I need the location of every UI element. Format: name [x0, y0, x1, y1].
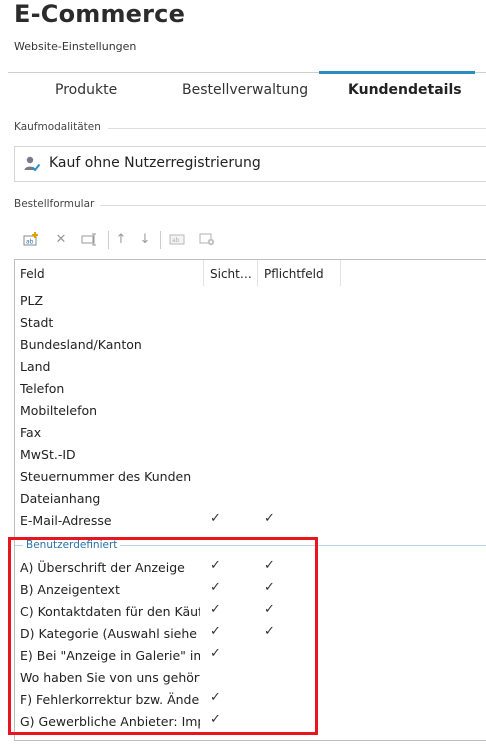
purchase-mode-selector[interactable]: Kauf ohne Nutzerregistrierung	[14, 146, 486, 182]
table-row[interactable]: G) Gewerbliche Anbieter: Imp... ✓	[15, 711, 486, 733]
field-label: Telefon	[20, 381, 65, 396]
visible-checkmark[interactable]: ✓	[210, 624, 221, 639]
tab-produkte[interactable]: Produkte	[55, 82, 117, 98]
app-subtitle: Website-Einstellungen	[14, 40, 137, 53]
field-label: Land	[20, 359, 51, 374]
table-row[interactable]: Telefon	[15, 378, 486, 400]
table-row[interactable]: Mobiltelefon	[15, 400, 486, 422]
column-divider	[340, 260, 341, 286]
table-row[interactable]: E) Bei "Anzeige in Galerie" im... ✓	[15, 645, 486, 667]
app-title: E-Commerce	[14, 0, 186, 28]
field-label: Wo haben Sie von uns gehört?	[20, 670, 200, 685]
column-header-field[interactable]: Feld	[20, 267, 45, 281]
field-label: Bundesland/Kanton	[20, 337, 142, 352]
visible-checkmark[interactable]: ✓	[210, 646, 221, 661]
field-label: Dateianhang	[20, 491, 101, 506]
field-label: F) Fehlerkorrektur bzw. Änder...	[20, 692, 200, 707]
field-label: G) Gewerbliche Anbieter: Imp...	[20, 714, 200, 729]
section-divider	[100, 205, 486, 206]
arrow-up-icon[interactable]: ↑	[112, 230, 130, 248]
required-checkmark[interactable]: ✓	[264, 580, 275, 595]
required-checkmark[interactable]: ✓	[264, 602, 275, 617]
active-tab-indicator	[319, 71, 475, 74]
svg-text:ab: ab	[26, 239, 34, 246]
field-label: C) Kontaktdaten für den Käufer	[20, 604, 200, 619]
table-row[interactable]: E-Mail-Adresse ✓ ✓	[15, 510, 486, 532]
field-label: Steuernummer des Kunden	[20, 469, 192, 484]
column-header-visible[interactable]: Sicht…	[210, 267, 252, 281]
table-row[interactable]: MwSt.-ID	[15, 444, 486, 466]
table-row[interactable]: Dateianhang	[15, 488, 486, 510]
table-row[interactable]: D) Kategorie (Auswahl siehe ... ✓ ✓	[15, 623, 486, 645]
section-divider	[108, 128, 486, 129]
field-label: MwSt.-ID	[20, 447, 76, 462]
table-row[interactable]: A) Überschrift der Anzeige ✓ ✓	[15, 557, 486, 579]
table-row[interactable]: Stadt	[15, 312, 486, 334]
field-label: B) Anzeigentext	[20, 582, 120, 597]
table-row[interactable]: Bundesland/Kanton	[15, 334, 486, 356]
required-checkmark[interactable]: ✓	[264, 558, 275, 573]
field-type-icon[interactable]: ab	[168, 230, 186, 248]
settings-icon[interactable]	[198, 230, 216, 248]
field-label: Fax	[20, 425, 42, 440]
tab-bestellverwaltung[interactable]: Bestellverwaltung	[182, 82, 308, 98]
field-label: D) Kategorie (Auswahl siehe ...	[20, 626, 200, 641]
visible-checkmark[interactable]: ✓	[210, 690, 221, 705]
table-row[interactable]: F) Fehlerkorrektur bzw. Änder... ✓	[15, 689, 486, 711]
visible-checkmark[interactable]: ✓	[210, 602, 221, 617]
field-label: Mobiltelefon	[20, 403, 98, 418]
add-field-icon[interactable]: ab	[22, 230, 40, 248]
required-checkmark[interactable]: ✓	[264, 624, 275, 639]
table-row[interactable]: Fax	[15, 422, 486, 444]
order-form-toolbar: ab ✕ ↑ ↓ ab	[14, 228, 254, 252]
delete-icon[interactable]: ✕	[52, 230, 70, 248]
toolbar-separator	[160, 231, 161, 249]
purchase-mode-value: Kauf ohne Nutzerregistrierung	[49, 155, 261, 171]
arrow-down-icon[interactable]: ↓	[136, 230, 154, 248]
rename-icon[interactable]	[80, 230, 98, 248]
visible-checkmark[interactable]: ✓	[210, 712, 221, 727]
field-label: E) Bei "Anzeige in Galerie" im...	[20, 648, 200, 663]
column-divider	[257, 260, 258, 286]
custom-fields-group: Benutzerdefiniert	[15, 539, 486, 552]
field-label: E-Mail-Adresse	[20, 513, 112, 528]
table-row[interactable]: C) Kontaktdaten für den Käufer ✓ ✓	[15, 601, 486, 623]
svg-text:ab: ab	[172, 237, 180, 244]
required-checkmark[interactable]: ✓	[264, 511, 275, 526]
section-label-kaufmodalitaeten: Kaufmodalitäten	[14, 121, 101, 133]
table-row[interactable]: PLZ	[15, 290, 486, 312]
table-row[interactable]: Steuernummer des Kunden	[15, 466, 486, 488]
field-label: A) Überschrift der Anzeige	[20, 560, 185, 575]
section-label-bestellformular: Bestellformular	[14, 198, 95, 210]
field-label: Stadt	[20, 315, 54, 330]
order-form-grid: Feld Sicht… Pflichtfeld PLZ Stadt Bundesla…	[14, 259, 486, 741]
table-row[interactable]: B) Anzeigentext ✓ ✓	[15, 579, 486, 601]
visible-checkmark[interactable]: ✓	[210, 580, 221, 595]
field-label: PLZ	[20, 293, 44, 308]
toolbar-separator	[108, 231, 109, 249]
visible-checkmark[interactable]: ✓	[210, 511, 221, 526]
table-row[interactable]: Wo haben Sie von uns gehört?	[15, 667, 486, 689]
column-header-required[interactable]: Pflichtfeld	[264, 267, 324, 281]
tab-kundendetails[interactable]: Kundendetails	[348, 82, 462, 98]
visible-checkmark[interactable]: ✓	[210, 558, 221, 573]
column-divider	[203, 260, 204, 286]
table-row[interactable]: Land	[15, 356, 486, 378]
custom-fields-group-label: Benutzerdefiniert	[23, 539, 121, 551]
grid-header: Feld Sicht… Pflichtfeld	[15, 260, 486, 287]
user-check-icon	[23, 155, 41, 173]
